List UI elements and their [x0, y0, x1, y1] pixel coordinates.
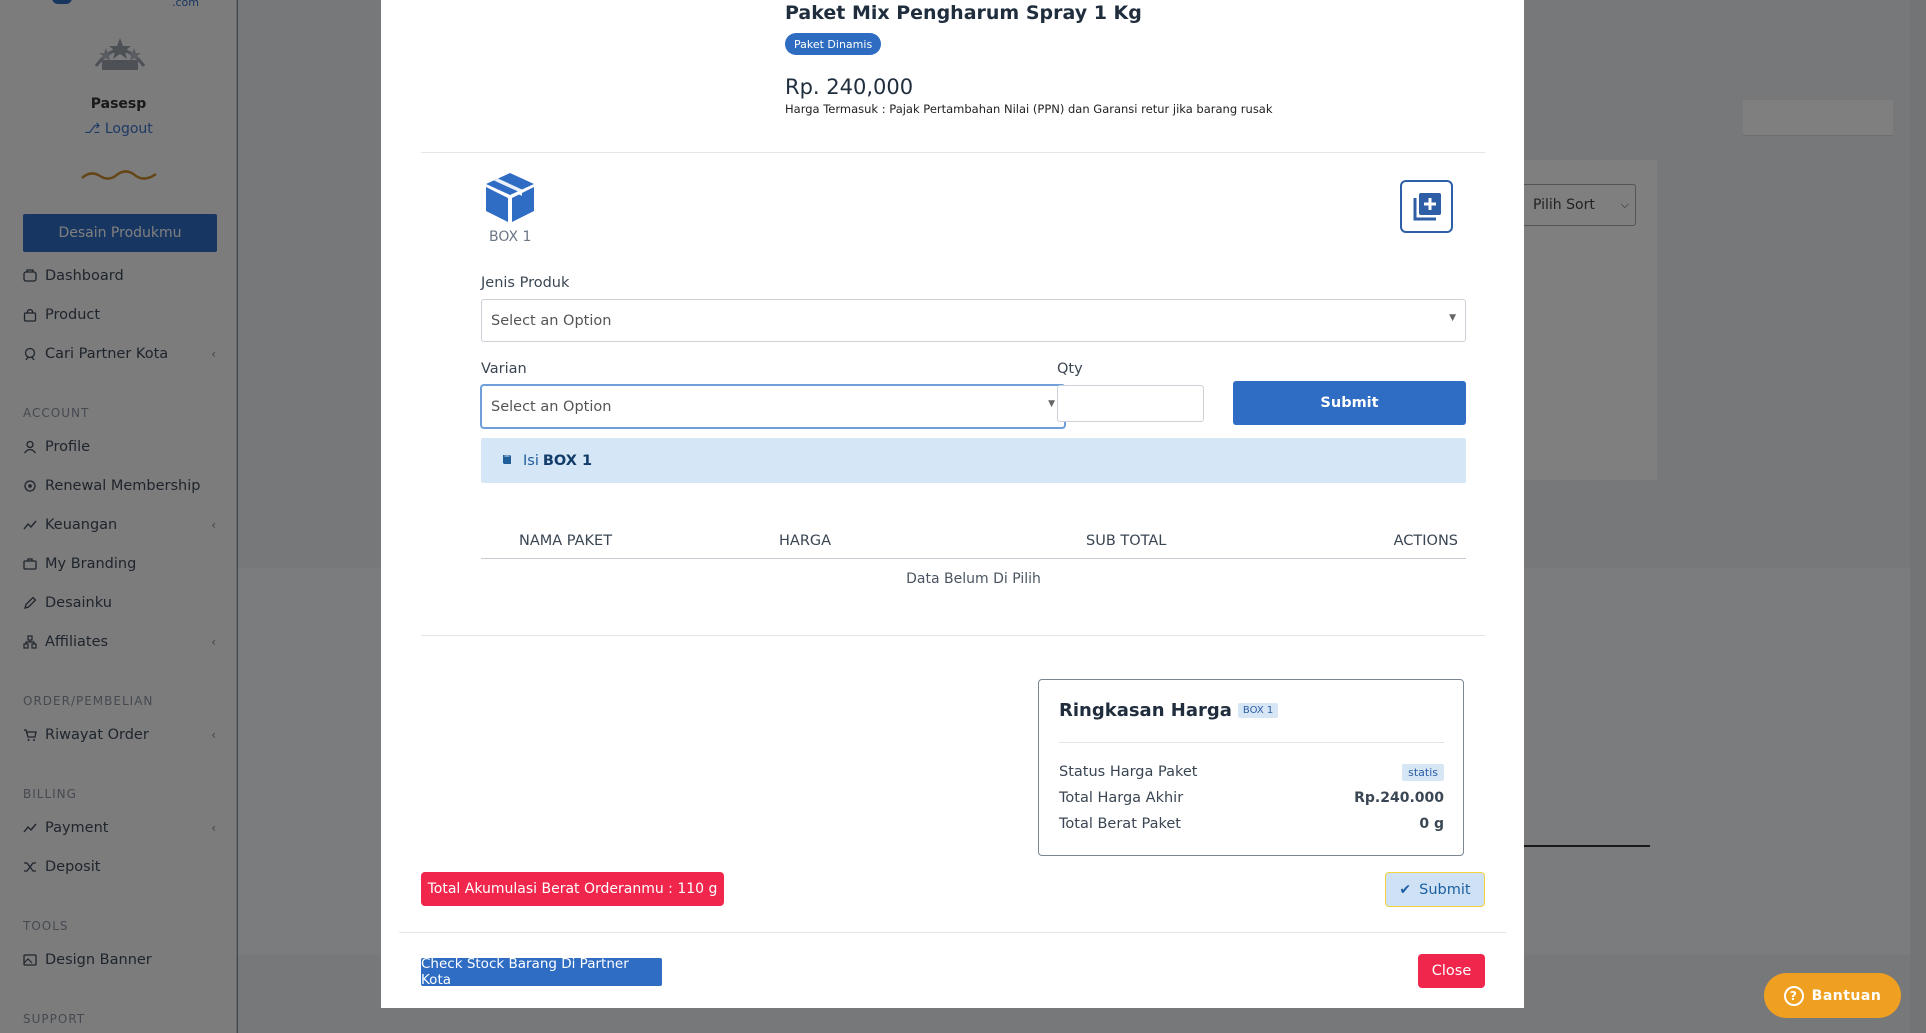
- dropdown-arrow-icon: ▼: [1449, 313, 1456, 323]
- summary-row-status: Status Harga Paket statis: [1059, 764, 1444, 781]
- submit-order-button[interactable]: ✔ Submit: [1385, 872, 1485, 907]
- summary-weight-value: 0 g: [1419, 816, 1444, 832]
- summary-status-badge: statis: [1402, 764, 1444, 781]
- isi-box-name: BOX 1: [542, 452, 593, 469]
- qty-input[interactable]: [1057, 385, 1204, 422]
- modal-footer-divider: [399, 932, 1506, 933]
- column-harga: HARGA: [779, 533, 832, 549]
- table-header: NAMA PAKET HARGA SUB TOTAL ACTIONS: [481, 533, 1466, 559]
- dropdown-arrow-icon: ▼: [1048, 399, 1055, 409]
- summary-status-label: Status Harga Paket: [1059, 764, 1198, 780]
- box-contents-bar: Isi BOX 1: [481, 438, 1466, 483]
- column-nama-paket: NAMA PAKET: [519, 533, 613, 549]
- box-label: BOX 1: [489, 229, 532, 245]
- jenis-produk-select[interactable]: Select an Option ▼: [481, 299, 1466, 342]
- check-icon: ✔: [1399, 881, 1412, 898]
- summary-weight-label: Total Berat Paket: [1059, 816, 1181, 832]
- table-empty-row: Data Belum Di Pilih: [906, 571, 1041, 587]
- isi-prefix: Isi: [523, 452, 539, 469]
- box-card: BOX 1 Jenis Produk Select an Option ▼ Va…: [421, 152, 1485, 636]
- product-price: Rp. 240,000: [785, 75, 914, 99]
- question-icon: ?: [1783, 985, 1804, 1006]
- box-icon: [486, 173, 534, 222]
- price-note: Harga Termasuk : Pajak Pertambahan Nilai…: [785, 102, 1273, 116]
- qty-label: Qty: [1057, 361, 1083, 377]
- summary-row-total: Total Harga Akhir Rp.240.000: [1059, 790, 1444, 806]
- summary-box-chip: BOX 1: [1237, 703, 1279, 718]
- summary-total-label: Total Harga Akhir: [1059, 790, 1184, 806]
- price-summary: Ringkasan Harga BOX 1 Status Harga Paket…: [1038, 679, 1464, 856]
- summary-title: Ringkasan Harga BOX 1: [1059, 700, 1279, 721]
- check-stock-button[interactable]: Check Stock Barang Di Partner Kota: [421, 956, 662, 988]
- column-sub-total: SUB TOTAL: [1086, 533, 1167, 549]
- summary-divider: [1059, 742, 1444, 743]
- product-title: Paket Mix Pengharum Spray 1 Kg: [785, 2, 1142, 24]
- help-button[interactable]: ? Bantuan: [1764, 973, 1901, 1018]
- add-item-submit-button[interactable]: Submit: [1233, 381, 1466, 425]
- jenis-produk-placeholder: Select an Option: [491, 312, 612, 329]
- summary-title-text: Ringkasan Harga: [1059, 700, 1232, 721]
- product-modal: Paket Mix Pengharum Spray 1 Kg Paket Din…: [381, 0, 1524, 1008]
- varian-select[interactable]: Select an Option ▼: [481, 385, 1065, 428]
- submit-order-label: Submit: [1419, 881, 1471, 898]
- package-type-badge: Paket Dinamis: [785, 33, 882, 55]
- varian-label: Varian: [481, 361, 527, 377]
- add-box-button[interactable]: [1400, 180, 1453, 233]
- jenis-produk-label: Jenis Produk: [481, 275, 570, 291]
- add-copy-icon: [1413, 192, 1441, 220]
- close-button[interactable]: Close: [1418, 954, 1485, 988]
- varian-placeholder: Select an Option: [491, 398, 612, 415]
- help-button-label: Bantuan: [1811, 987, 1882, 1004]
- column-actions: ACTIONS: [1393, 533, 1458, 549]
- book-icon: [501, 453, 513, 469]
- total-weight-button[interactable]: Total Akumulasi Berat Orderanmu : 110 g: [421, 872, 724, 906]
- summary-total-value: Rp.240.000: [1354, 790, 1444, 806]
- summary-row-weight: Total Berat Paket 0 g: [1059, 816, 1444, 832]
